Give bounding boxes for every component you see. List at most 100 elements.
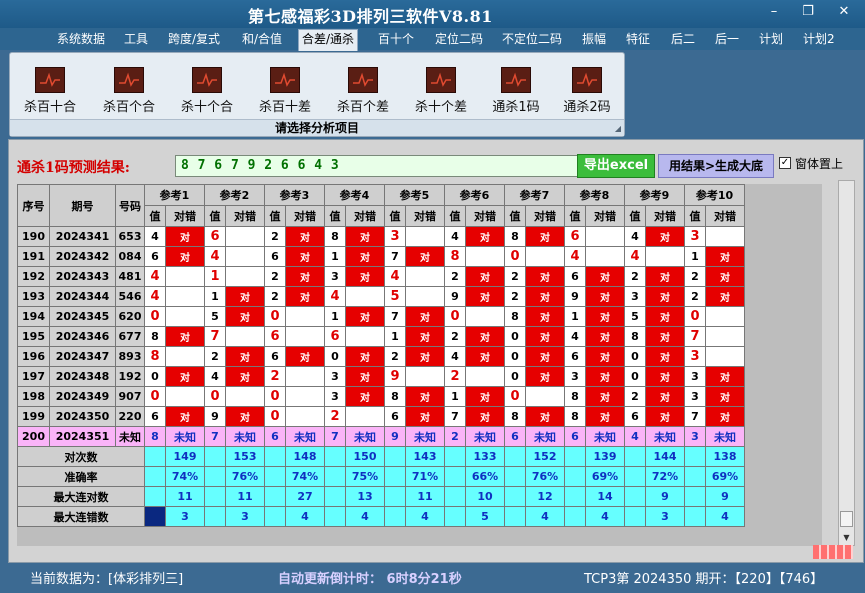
result-ok: 对 [465,326,505,347]
stats-spacer [444,446,466,467]
predict-value: 8 [144,426,166,447]
table-row[interactable]: 195 2024346 677 8 对 7 6 6 1 对 2 对 0 对 4 对 8 对 7 [17,326,745,347]
subheader-result: 对错 [405,205,445,227]
result-ok: 对 [405,326,445,347]
menu-tools[interactable]: 工具 [121,30,151,50]
menu-last-two[interactable]: 后二 [668,30,698,50]
predict-seq: 200 [17,426,50,447]
subheader-result: 对错 [705,205,745,227]
ribbon-button-kill-bg-diff[interactable]: 杀百个差 [328,67,398,119]
result-miss [705,346,745,367]
menu-hundred-ten-unit[interactable]: 百十个 [375,30,417,50]
resize-grip[interactable] [813,545,853,559]
result-ok: 对 [645,346,685,367]
dialog-launcher-icon[interactable]: ◢ [615,124,621,133]
table-row[interactable]: 199 2024350 220 6 对 9 对 0 2 6 对 7 对 8 对 8 对 6 对 7 对 [17,406,745,427]
predict-row[interactable]: 200 2024351 未知 8 未知 7 未知 6 未知 7 未知 9 未知 2 未知 6 未知 6 未知 4 未知 3… [17,426,745,447]
ref-value: 0 [504,246,526,267]
close-button[interactable]: ✕ [832,4,856,19]
ref-value: 7 [384,246,406,267]
table-row[interactable]: 193 2024344 546 4 1 对 2 对 4 5 9 对 2 对 9 对 3 对 2 对 [17,286,745,307]
table-row[interactable]: 194 2024345 620 0 5 对 0 1 对 7 对 0 8 对 1 对 5 对 0 [17,306,745,327]
header-ref[interactable]: 参考4 [324,184,385,206]
ref-value: 8 [144,346,166,367]
ref-value: 4 [444,226,466,247]
header-ref[interactable]: 参考9 [624,184,685,206]
result-miss [345,326,385,347]
prediction-result-field[interactable]: 8 7 6 7 9 2 6 6 4 3 [175,155,585,177]
maximize-button[interactable]: ❐ [796,4,820,19]
menu-position-two[interactable]: 定位二码 [432,30,486,50]
header-ref[interactable]: 参考1 [144,184,205,206]
generate-base-button[interactable]: 用结果>生成大底 [658,154,774,178]
header-ref[interactable]: 参考2 [204,184,265,206]
chart-icon [35,67,65,93]
result-ok: 对 [525,306,565,327]
subheader-value: 值 [384,205,406,227]
ref-value: 0 [264,386,286,407]
header-ref[interactable]: 参考7 [504,184,565,206]
menu-last-one[interactable]: 后一 [712,30,742,50]
scrollbar-thumb[interactable] [840,511,853,527]
ribbon-button-kill-sg-diff[interactable]: 杀十个差 [406,67,476,119]
minimize-button[interactable]: – [762,4,786,19]
analysis-grid[interactable]: 序号 期号 号码 参考1 参考2 参考3 参考4 参考5 参考6 参考7 参考8 参考9 参考10 值对错… [17,184,822,546]
menu-nonposition-two[interactable]: 不定位二码 [499,30,565,50]
menu-system-data[interactable]: 系统数据 [54,30,108,50]
result-miss [165,306,205,327]
topmost-checkbox[interactable]: ✓ [779,157,791,169]
menu-amplitude[interactable]: 振幅 [579,30,609,50]
ref-value: 0 [504,346,526,367]
row-seq: 197 [17,366,50,387]
stats-value: 3 [645,506,685,527]
table-row[interactable]: 196 2024347 893 8 2 对 6 对 0 对 2 对 4 对 0 对 6 对 0 对 3 [17,346,745,367]
table-row[interactable]: 198 2024349 907 0 0 0 3 对 8 对 1 对 0 8 对 2 对 3 对 [17,386,745,407]
result-miss [165,266,205,287]
ribbon-button-kill-bg-sum[interactable]: 杀百个合 [94,67,164,119]
stats-spacer [624,506,646,527]
ribbon-button-kill-two-code[interactable]: 通杀2码 [552,67,622,119]
stats-value: 4 [585,506,625,527]
subheader-value: 值 [144,205,166,227]
result-ok: 对 [285,266,325,287]
header-ref[interactable]: 参考8 [564,184,625,206]
vertical-scrollbar[interactable]: ▼ [838,180,855,546]
ref-value: 6 [564,266,586,287]
ref-value: 2 [444,326,466,347]
menu-span-multi[interactable]: 跨度/复式 [165,30,223,50]
menu-plan2[interactable]: 计划2 [800,30,838,50]
ref-value: 2 [264,366,286,387]
result-ok: 对 [645,326,685,347]
header-ref[interactable]: 参考6 [444,184,505,206]
row-seq: 198 [17,386,50,407]
stats-value: 69% [705,466,745,487]
stats-spacer [144,446,166,467]
menu-feature[interactable]: 特征 [623,30,653,50]
ref-value: 2 [504,286,526,307]
menu-plan[interactable]: 计划 [756,30,786,50]
ribbon-button-kill-bs-sum[interactable]: 杀百十合 [15,67,85,119]
scroll-down-arrow-icon[interactable]: ▼ [839,531,854,545]
table-row[interactable]: 190 2024341 653 4 对 6 2 对 8 对 3 4 对 8 对 6 4 对 3 [17,226,745,247]
row-seq: 192 [17,266,50,287]
ribbon-button-kill-bs-diff[interactable]: 杀百十差 [250,67,320,119]
ref-value: 5 [624,306,646,327]
ribbon-button-kill-one-code[interactable]: 通杀1码 [481,67,551,119]
header-ref[interactable]: 参考5 [384,184,445,206]
predict-value: 2 [444,426,466,447]
ribbon-caption: 请选择分析项目 [10,119,624,136]
predict-value: 6 [504,426,526,447]
predict-result: 未知 [645,426,685,447]
export-excel-button[interactable]: 导出excel [577,154,655,178]
table-row[interactable]: 197 2024348 192 0 对 4 对 2 3 对 9 2 0 对 3 对 0 对 3 对 [17,366,745,387]
ref-value: 8 [384,386,406,407]
ref-value: 6 [264,346,286,367]
menu-sum-diff-kill[interactable]: 合差/通杀 [298,29,359,51]
header-ref[interactable]: 参考3 [264,184,325,206]
header-ref[interactable]: 参考10 [684,184,745,206]
ref-value: 3 [684,366,706,387]
table-row[interactable]: 192 2024343 481 4 1 2 对 3 对 4 2 对 2 对 6 对 2 对 2 对 [17,266,745,287]
menu-sum[interactable]: 和/合值 [239,30,285,50]
ribbon-button-kill-sg-sum[interactable]: 杀十个合 [172,67,242,119]
table-row[interactable]: 191 2024342 084 6 对 4 6 对 1 对 7 对 8 0 4 4 1 对 [17,246,745,267]
